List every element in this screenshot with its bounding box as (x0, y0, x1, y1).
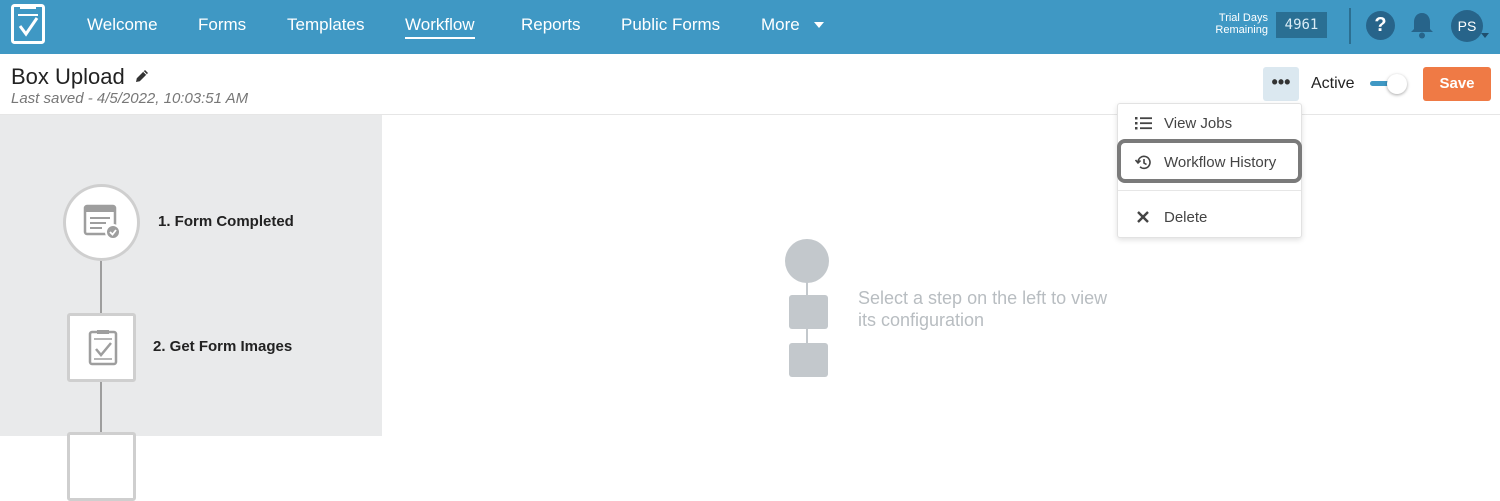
menu-item-label: View Jobs (1164, 115, 1233, 132)
tablet-check-icon (88, 330, 118, 366)
menu-divider (1118, 190, 1301, 191)
nav-templates[interactable]: Templates (287, 15, 364, 35)
trial-days-label: Trial Days Remaining (1215, 12, 1268, 36)
save-button[interactable]: Save (1423, 67, 1491, 101)
last-saved-text: Last saved - 4/5/2022, 10:03:51 AM (11, 90, 249, 107)
chevron-down-icon[interactable] (814, 22, 824, 28)
step-label[interactable]: 1. Form Completed (158, 213, 294, 230)
nav-workflow[interactable]: Workflow (405, 15, 475, 39)
help-icon[interactable]: ? (1366, 11, 1395, 40)
nav-divider (1349, 8, 1351, 44)
step-get-form-images-node[interactable] (67, 313, 136, 382)
top-navbar: Welcome Forms Templates Workflow Reports… (0, 0, 1500, 54)
trial-days-count: 4961 (1276, 12, 1327, 38)
page-title: Box Upload (11, 64, 125, 89)
step-form-completed-node[interactable] (63, 184, 140, 261)
step-label[interactable]: 2. Get Form Images (153, 338, 292, 355)
nav-more[interactable]: More (761, 15, 800, 35)
menu-item-delete[interactable]: Delete (1118, 200, 1301, 234)
nav-forms[interactable]: Forms (198, 15, 246, 35)
bell-icon[interactable] (1410, 11, 1434, 39)
empty-state-text: Select a step on the left to view its co… (858, 288, 1108, 330)
menu-item-label: Delete (1164, 209, 1208, 226)
toggle-knob[interactable] (1387, 74, 1407, 94)
step-connector (100, 380, 102, 436)
logo-icon[interactable] (11, 4, 45, 44)
nav-public-forms[interactable]: Public Forms (621, 15, 720, 35)
more-options-button[interactable]: ••• (1263, 67, 1299, 101)
form-icon (83, 204, 121, 240)
empty-state-step (789, 343, 828, 377)
nav-reports[interactable]: Reports (521, 15, 581, 35)
step-connector (100, 259, 102, 315)
empty-state-circle (785, 239, 829, 283)
step-next-node[interactable] (67, 432, 136, 501)
close-icon (1137, 211, 1149, 223)
active-label: Active (1311, 75, 1355, 92)
menu-item-focus-ring (1117, 139, 1302, 183)
empty-state-step (789, 295, 828, 329)
avatar-chevron-icon[interactable] (1481, 33, 1489, 38)
pencil-icon[interactable] (134, 68, 150, 84)
nav-welcome[interactable]: Welcome (87, 15, 158, 35)
avatar[interactable]: PS (1451, 10, 1483, 42)
list-icon (1135, 117, 1152, 130)
menu-item-view-jobs[interactable]: View Jobs (1118, 106, 1301, 140)
steps-panel (0, 115, 382, 436)
